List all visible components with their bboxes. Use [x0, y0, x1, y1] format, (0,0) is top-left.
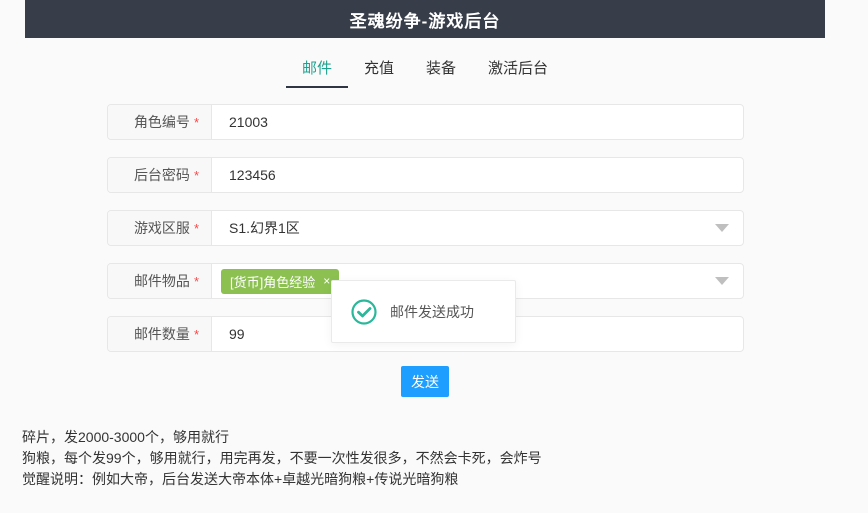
- instruction-line: 碎片，发2000-3000个，够用就行: [22, 427, 542, 448]
- role-id-label: 角色编号 *: [108, 105, 212, 139]
- instruction-line: 狗粮，每个发99个，够用就行，用完再发，不要一次性发很多，不然会卡死，会炸号: [22, 448, 542, 469]
- mail-item-label: 邮件物品 *: [108, 264, 212, 298]
- selected-item-tag: [货币]角色经验 ×: [221, 269, 339, 294]
- tab-mail[interactable]: 邮件: [286, 55, 348, 88]
- tag-remove-icon[interactable]: ×: [323, 275, 330, 287]
- tab-activate-backend[interactable]: 激活后台: [472, 55, 564, 88]
- instruction-line: 觉醒说明：例如大帝，后台发送大帝本体+卓越光暗狗粮+传说光暗狗粮: [22, 469, 542, 490]
- game-server-selected-value: S1.幻界1区: [229, 218, 300, 238]
- game-server-label-text: 游戏区服: [134, 218, 190, 238]
- required-asterisk: *: [194, 115, 199, 130]
- required-asterisk: *: [194, 168, 199, 183]
- toast-message: 邮件发送成功: [390, 302, 474, 322]
- mail-quantity-label: 邮件数量 *: [108, 317, 212, 351]
- mail-item-label-text: 邮件物品: [134, 271, 190, 291]
- required-asterisk: *: [194, 221, 199, 236]
- role-id-label-text: 角色编号: [134, 112, 190, 132]
- chevron-down-icon[interactable]: [715, 224, 729, 232]
- page: 圣魂纷争-游戏后台 邮件 充值 装备 激活后台 角色编号 * 后台密码 *: [0, 0, 868, 513]
- field-row-backend-password: 后台密码 *: [107, 157, 744, 193]
- game-server-label: 游戏区服 *: [108, 211, 212, 245]
- tab-equipment[interactable]: 装备: [410, 55, 472, 88]
- role-id-input-wrap: [212, 105, 743, 139]
- backend-password-label: 后台密码 *: [108, 158, 212, 192]
- tab-bar: 邮件 充值 装备 激活后台: [25, 55, 825, 88]
- field-row-game-server: 游戏区服 * S1.幻界1区: [107, 210, 744, 246]
- game-server-select[interactable]: S1.幻界1区: [212, 211, 743, 245]
- mail-quantity-label-text: 邮件数量: [134, 324, 190, 344]
- role-id-input[interactable]: [229, 114, 692, 130]
- selected-item-tag-label: [货币]角色经验: [230, 272, 315, 291]
- send-button[interactable]: 发送: [401, 366, 449, 397]
- field-row-role-id: 角色编号 *: [107, 104, 744, 140]
- backend-password-label-text: 后台密码: [134, 165, 190, 185]
- app-header: 圣魂纷争-游戏后台: [25, 0, 825, 38]
- required-asterisk: *: [194, 274, 199, 289]
- required-asterisk: *: [194, 327, 199, 342]
- instructions: 碎片，发2000-3000个，够用就行 狗粮，每个发99个，够用就行，用完再发，…: [22, 427, 542, 490]
- tab-recharge[interactable]: 充值: [348, 55, 410, 88]
- app-title: 圣魂纷争-游戏后台: [350, 7, 501, 32]
- chevron-down-icon[interactable]: [715, 277, 729, 285]
- toast-success: 邮件发送成功: [331, 280, 516, 343]
- backend-password-input[interactable]: [229, 167, 692, 183]
- check-circle-icon: [351, 299, 377, 325]
- backend-password-input-wrap: [212, 158, 743, 192]
